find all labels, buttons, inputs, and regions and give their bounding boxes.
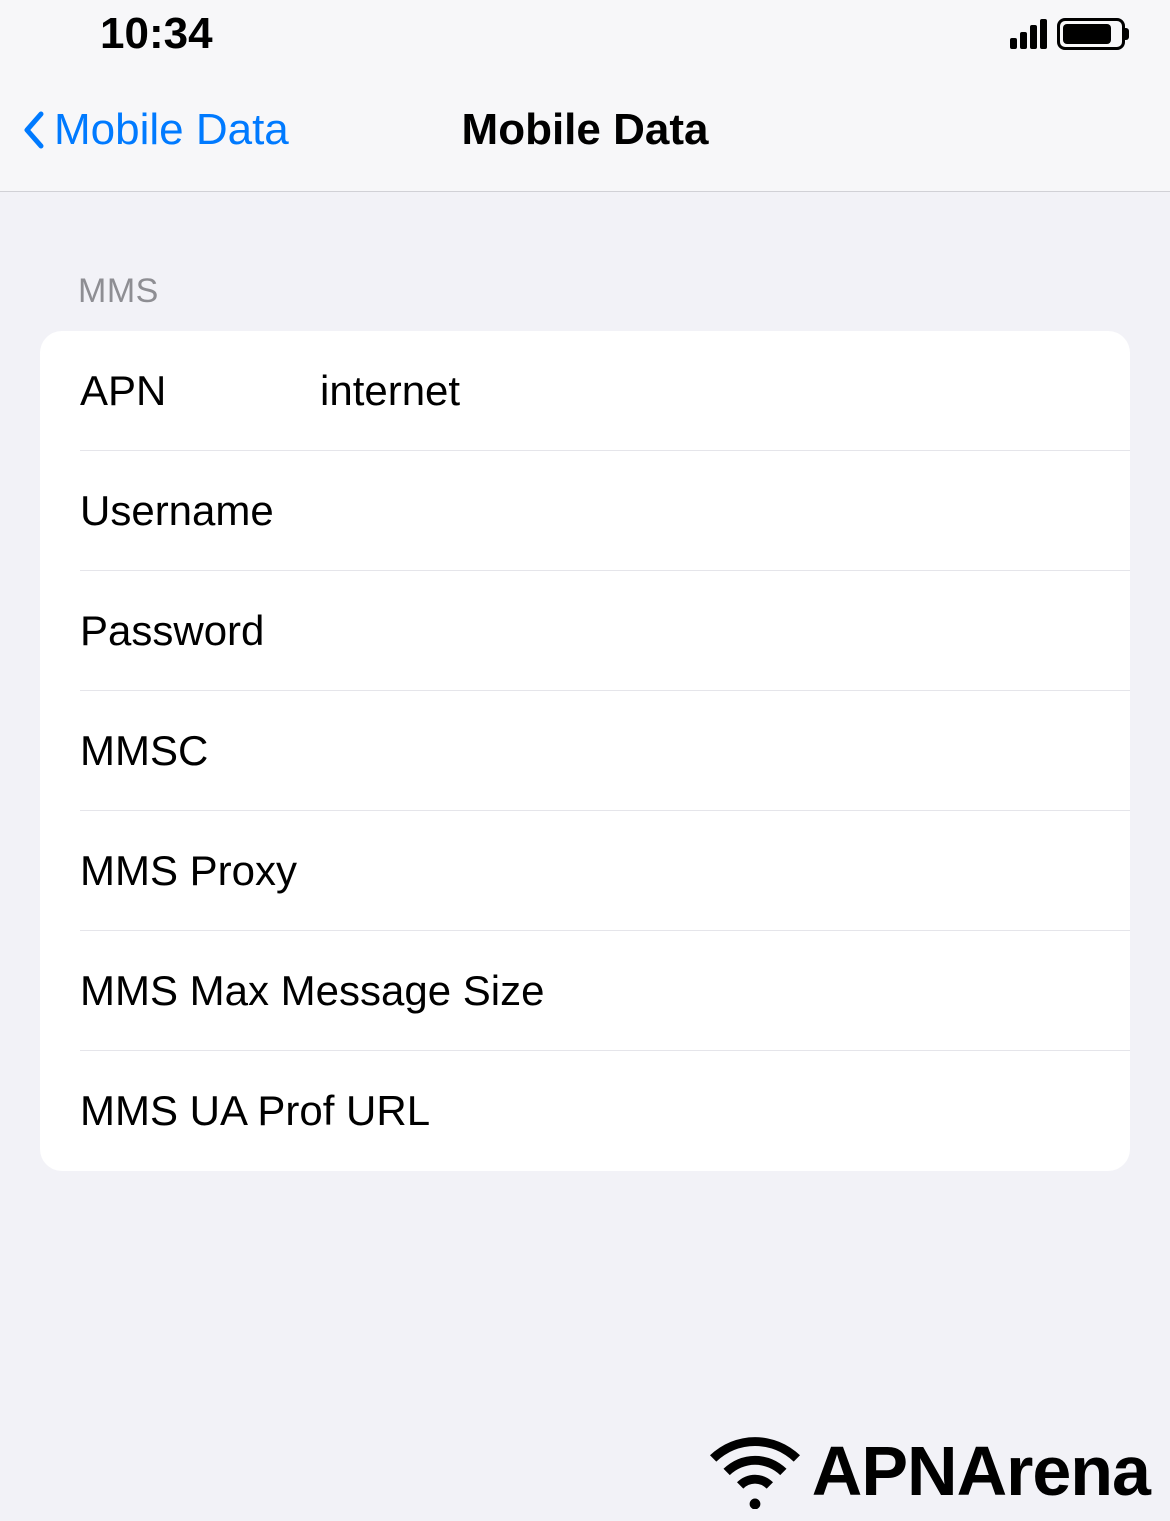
mmsc-row[interactable]: MMSC bbox=[40, 691, 1130, 811]
chevron-left-icon bbox=[22, 111, 44, 149]
back-label: Mobile Data bbox=[54, 105, 289, 155]
page-title: Mobile Data bbox=[462, 105, 709, 155]
mms-ua-prof-row[interactable]: MMS UA Prof URL bbox=[40, 1051, 1130, 1171]
mmsc-label: MMSC bbox=[80, 727, 320, 775]
apn-label: APN bbox=[80, 367, 320, 415]
brand-name: APNArena bbox=[812, 1431, 1150, 1511]
status-indicators bbox=[1010, 18, 1125, 50]
back-button[interactable]: Mobile Data bbox=[0, 105, 289, 155]
battery-icon bbox=[1057, 18, 1125, 50]
mms-max-size-label: MMS Max Message Size bbox=[80, 967, 1090, 1015]
password-row[interactable]: Password bbox=[40, 571, 1130, 691]
mms-proxy-input[interactable] bbox=[549, 847, 1090, 895]
brand-footer: APNArena bbox=[710, 1431, 1150, 1511]
status-bar: 10:34 bbox=[0, 0, 1170, 68]
mms-settings-group: APN Username Password MMSC MMS Proxy MMS… bbox=[40, 331, 1130, 1171]
cellular-signal-icon bbox=[1010, 19, 1047, 49]
apn-row[interactable]: APN bbox=[40, 331, 1130, 451]
status-time: 10:34 bbox=[100, 9, 213, 59]
username-input[interactable] bbox=[320, 487, 1090, 535]
section-header-mms: MMS bbox=[0, 192, 1170, 331]
wifi-icon bbox=[710, 1434, 800, 1509]
mms-max-size-row[interactable]: MMS Max Message Size bbox=[40, 931, 1130, 1051]
username-row[interactable]: Username bbox=[40, 451, 1130, 571]
password-label: Password bbox=[80, 607, 320, 655]
navigation-bar: Mobile Data Mobile Data bbox=[0, 68, 1170, 192]
mms-proxy-label: MMS Proxy bbox=[80, 847, 549, 895]
mms-proxy-row[interactable]: MMS Proxy bbox=[40, 811, 1130, 931]
password-input[interactable] bbox=[320, 607, 1090, 655]
mmsc-input[interactable] bbox=[320, 727, 1090, 775]
apn-input[interactable] bbox=[320, 367, 1090, 415]
username-label: Username bbox=[80, 487, 320, 535]
mms-ua-prof-label: MMS UA Prof URL bbox=[80, 1087, 1090, 1135]
